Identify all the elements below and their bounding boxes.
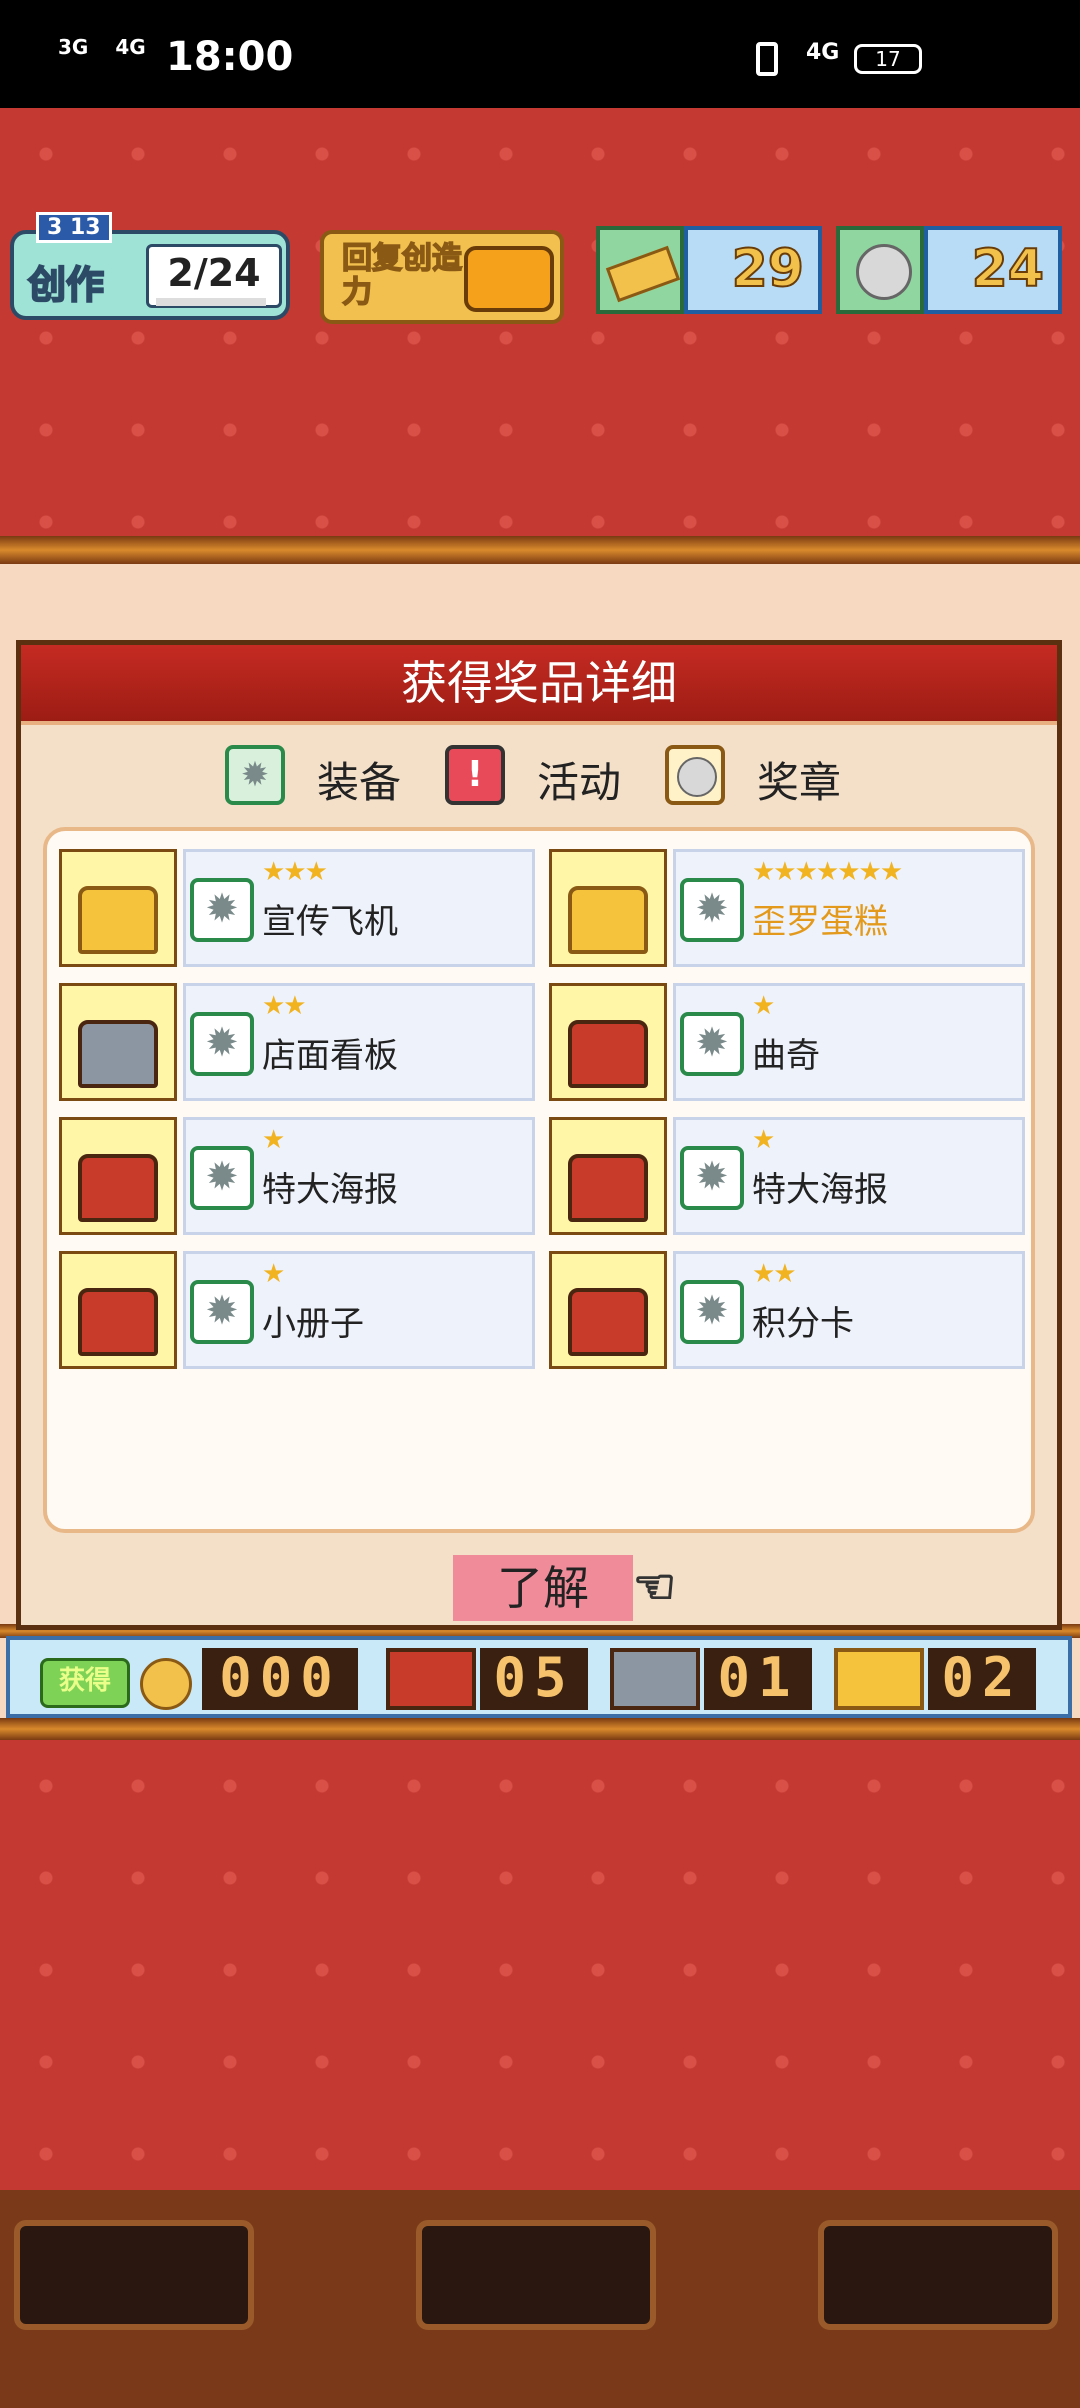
create-level-badge: 3 13 (36, 212, 112, 243)
red-chest-count: 05 (480, 1648, 588, 1710)
legend-equipment-label: 装备 (317, 758, 402, 807)
silver-chest-count: 01 (704, 1648, 812, 1710)
signal-4g-label: 4G (115, 35, 146, 59)
create-panel[interactable]: 3 13 创作 2/24 (10, 212, 290, 320)
prize-info: ✹ ★ 特大海报 (673, 1117, 1025, 1235)
red-chest-icon (549, 1251, 667, 1369)
prize-name: 特大海报 (752, 1170, 888, 1210)
prize-counter-bar: 获得 000 05 01 02 (6, 1636, 1072, 1718)
prize-card[interactable]: ✹ ★★★★★★★ 歪罗蛋糕 (549, 849, 1025, 967)
clock: 18:00 (166, 34, 294, 80)
vibrate-icon (756, 42, 778, 76)
red-chest-icon (549, 983, 667, 1101)
prize-stars: ★★★ (262, 857, 328, 887)
gear-icon: ✹ (680, 1146, 744, 1210)
battery-icon: 17 (854, 44, 922, 74)
prize-info: ✹ ★★★★★★★ 歪罗蛋糕 (673, 849, 1025, 967)
top-rail (0, 536, 1080, 564)
medal-count: 24 (924, 226, 1062, 314)
network-label: 4G (806, 40, 840, 65)
prize-name: 宣传飞机 (262, 902, 398, 942)
prize-info: ✹ ★★ 店面看板 (183, 983, 535, 1101)
silver-chest-icon (59, 983, 177, 1101)
gold-chest-icon (834, 1648, 924, 1710)
prize-detail-dialog: 获得奖品详细 ✹ 装备 ! 活动 奖章 ✹ ★★★ 宣传飞机 ✹ ★★★★★★★ 歪罗蛋糕… (16, 640, 1062, 1630)
gear-icon: ✹ (190, 1012, 254, 1076)
tray-slot-2[interactable] (416, 2220, 656, 2330)
prize-card[interactable]: ✹ ★ 曲奇 (549, 983, 1025, 1101)
prize-info: ✹ ★★ 积分卡 (673, 1251, 1025, 1369)
gear-icon: ✹ (190, 1280, 254, 1344)
red-chest-icon (59, 1117, 177, 1235)
prize-stars: ★★ (262, 991, 307, 1021)
signal-indicator: 3G 4G (58, 35, 146, 59)
prize-stars: ★ (752, 991, 775, 1021)
gear-icon: ✹ (190, 878, 254, 942)
prize-name: 小册子 (262, 1304, 364, 1344)
gold-chest-icon (59, 849, 177, 967)
tray-slot-3[interactable] (818, 2220, 1058, 2330)
status-bar: 3G 4G 18:00 4G 17 (0, 0, 1080, 108)
prize-card[interactable]: ✹ ★ 小册子 (59, 1251, 535, 1369)
gold-chest-icon (549, 849, 667, 967)
prize-card[interactable]: ✹ ★★ 积分卡 (549, 1251, 1025, 1369)
pointing-hand-icon: ☜ (632, 1558, 677, 1616)
prize-card[interactable]: ✹ ★ 特大海报 (549, 1117, 1025, 1235)
legend-event-label: 活动 (537, 758, 622, 807)
prize-card[interactable]: ✹ ★ 特大海报 (59, 1117, 535, 1235)
prize-stars: ★★ (752, 1259, 797, 1289)
prize-info: ✹ ★ 特大海报 (183, 1117, 535, 1235)
gear-icon: ✹ (225, 745, 285, 805)
prize-list: ✹ ★★★ 宣传飞机 ✹ ★★★★★★★ 歪罗蛋糕 ✹ ★★ 店面看板 ✹ ★ 曲奇 ✹ ★ 特大海报 ✹ ★ 特… (43, 827, 1035, 1533)
prize-name: 店面看板 (262, 1036, 398, 1076)
bottom-rail (0, 1718, 1080, 1740)
gold-bar-icon (596, 226, 684, 314)
red-chest-icon (549, 1117, 667, 1235)
gold-chest-count: 02 (928, 1648, 1036, 1710)
gear-icon: ✹ (680, 1280, 744, 1344)
tv-icon (464, 246, 554, 312)
prize-info: ✹ ★★★ 宣传飞机 (183, 849, 535, 967)
gold-count: 29 (684, 226, 822, 314)
prize-stars: ★★★★★★★ (752, 857, 903, 887)
prize-name: 歪罗蛋糕 (752, 902, 888, 942)
prize-info: ✹ ★ 曲奇 (673, 983, 1025, 1101)
exclamation-icon: ! (445, 745, 505, 805)
restore-creativity-button[interactable]: 回复创造力 (320, 230, 564, 324)
prize-stars: ★ (262, 1259, 285, 1289)
medal-icon (665, 745, 725, 805)
coin-icon (140, 1658, 192, 1710)
gear-icon: ✹ (190, 1146, 254, 1210)
prize-stars: ★ (262, 1125, 285, 1155)
bottom-wallpaper (0, 1740, 1080, 2190)
get-label: 获得 (40, 1658, 130, 1708)
coin-count: 000 (202, 1648, 358, 1710)
legend-medal-label: 奖章 (757, 758, 842, 807)
legend: ✹ 装备 ! 活动 奖章 (21, 745, 1057, 815)
prize-info: ✹ ★ 小册子 (183, 1251, 535, 1369)
prize-name: 特大海报 (262, 1170, 398, 1210)
signal-3g-label: 3G (58, 35, 89, 59)
restore-label: 回复创造力 (341, 241, 463, 311)
red-chest-icon (386, 1648, 476, 1710)
top-wallpaper (0, 108, 1080, 540)
dialog-title: 获得奖品详细 (21, 645, 1057, 725)
tray-slot-1[interactable] (14, 2220, 254, 2330)
bottom-tray (0, 2190, 1080, 2408)
gear-icon: ✹ (680, 878, 744, 942)
prize-name: 曲奇 (752, 1036, 820, 1076)
gear-icon: ✹ (680, 1012, 744, 1076)
prize-card[interactable]: ✹ ★★ 店面看板 (59, 983, 535, 1101)
prize-name: 积分卡 (752, 1304, 854, 1344)
prize-stars: ★ (752, 1125, 775, 1155)
medal-icon (836, 226, 924, 314)
red-chest-icon (59, 1251, 177, 1369)
create-label: 创作 (27, 262, 105, 308)
ok-button[interactable]: 了解 (453, 1555, 633, 1621)
prize-card[interactable]: ✹ ★★★ 宣传飞机 (59, 849, 535, 967)
create-progress-bar (156, 298, 266, 306)
silver-chest-icon (610, 1648, 700, 1710)
